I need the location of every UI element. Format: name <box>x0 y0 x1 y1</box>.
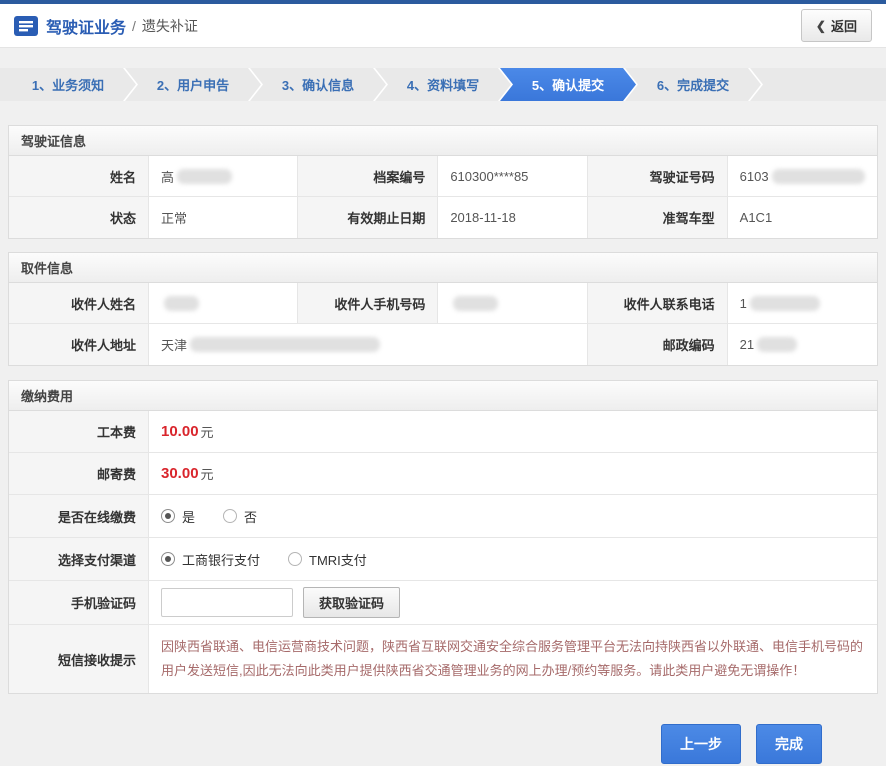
step-2: 2、用户申告 <box>125 68 261 101</box>
radio-icon[interactable] <box>288 552 302 566</box>
field-label: 姓名 <box>9 156 149 196</box>
back-button-label: 返回 <box>831 16 857 35</box>
field-value: 是 否 <box>149 495 877 537</box>
table-row: 邮寄费 30.00 元 <box>9 453 877 495</box>
section-title: 取件信息 <box>9 253 877 283</box>
section-pickup-info: 取件信息 收件人姓名 收件人手机号码 收件人联系电话 1 收件人地址 <box>8 252 878 366</box>
field-value: 6103 <box>728 156 877 196</box>
prev-step-button[interactable]: 上一步 <box>661 724 741 764</box>
field-value: 正常 <box>149 197 298 238</box>
redacted-value <box>750 296 820 311</box>
table-row: 姓名 高 档案编号 610300****85 驾驶证号码 6103 <box>9 156 877 197</box>
field-value: 工商银行支付 TMRI支付 <box>149 538 877 580</box>
page-header: 驾驶证业务 / 遗失补证 ❮ 返回 <box>0 4 886 48</box>
field-label: 收件人姓名 <box>9 283 149 323</box>
radio-icon[interactable] <box>161 509 175 523</box>
field-label: 收件人手机号码 <box>298 283 438 323</box>
field-value: 1 <box>728 283 877 323</box>
table-row: 手机验证码 获取验证码 <box>9 581 877 625</box>
section-title: 缴纳费用 <box>9 381 877 411</box>
table-row: 收件人姓名 收件人手机号码 收件人联系电话 1 <box>9 283 877 324</box>
field-label: 准驾车型 <box>588 197 728 238</box>
field-value <box>438 283 587 323</box>
fee-unit: 元 <box>201 464 214 483</box>
radio-icon[interactable] <box>161 552 175 566</box>
fee-amount: 10.00 <box>161 423 199 440</box>
wizard-steps: 1、业务须知 2、用户申告 3、确认信息 4、资料填写 5、确认提交 6、完成提… <box>0 68 886 101</box>
radio-label: TMRI支付 <box>309 550 367 569</box>
field-value <box>149 283 298 323</box>
redacted-value <box>164 296 199 311</box>
page-title: 驾驶证业务 <box>46 14 126 38</box>
field-label: 手机验证码 <box>9 581 149 624</box>
radio-icon[interactable] <box>223 509 237 523</box>
field-label: 短信接收提示 <box>9 625 149 693</box>
section-fees: 缴纳费用 工本费 10.00 元 邮寄费 30.00 元 是否在线缴费 是 <box>8 380 878 694</box>
section-license-info: 驾驶证信息 姓名 高 档案编号 610300****85 驾驶证号码 6103 … <box>8 125 878 239</box>
redacted-value <box>453 296 498 311</box>
step-1: 1、业务须知 <box>0 68 136 101</box>
radio-online-yes[interactable]: 是 <box>161 507 195 526</box>
step-5: 5、确认提交 <box>500 68 636 101</box>
step-6: 6、完成提交 <box>625 68 761 101</box>
section-title: 驾驶证信息 <box>9 126 877 156</box>
step-4: 4、资料填写 <box>375 68 511 101</box>
field-value: 30.00 元 <box>149 453 877 494</box>
radio-label: 工商银行支付 <box>182 550 260 569</box>
back-button[interactable]: ❮ 返回 <box>801 9 872 42</box>
table-row: 工本费 10.00 元 <box>9 411 877 453</box>
field-value: A1C1 <box>728 197 877 238</box>
redacted-value <box>190 337 380 352</box>
field-value: 因陕西省联通、电信运营商技术问题，陕西省互联网交通安全综合服务管理平台无法向持陕… <box>149 625 877 693</box>
table-row: 收件人地址 天津 邮政编码 21 <box>9 324 877 365</box>
field-label: 邮寄费 <box>9 453 149 494</box>
steps-tail <box>750 68 886 101</box>
page-subtitle: 遗失补证 <box>142 16 198 36</box>
field-value: 10.00 元 <box>149 411 877 452</box>
field-label: 档案编号 <box>298 156 438 196</box>
field-label: 工本费 <box>9 411 149 452</box>
fee-unit: 元 <box>201 422 214 441</box>
form-list-icon <box>14 16 38 36</box>
breadcrumb-separator: / <box>132 18 136 34</box>
radio-channel-icbc[interactable]: 工商银行支付 <box>161 550 260 569</box>
table-row: 短信接收提示 因陕西省联通、电信运营商技术问题，陕西省互联网交通安全综合服务管理… <box>9 625 877 693</box>
table-row: 状态 正常 有效期止日期 2018-11-18 准驾车型 A1C1 <box>9 197 877 238</box>
radio-label: 否 <box>244 507 257 526</box>
field-value: 高 <box>149 156 298 196</box>
finish-button[interactable]: 完成 <box>756 724 822 764</box>
field-value: 天津 <box>149 324 588 365</box>
field-label: 有效期止日期 <box>298 197 438 238</box>
field-value: 获取验证码 <box>149 581 877 624</box>
back-chevron-icon: ❮ <box>816 19 826 33</box>
sms-notice-text: 因陕西省联通、电信运营商技术问题，陕西省互联网交通安全综合服务管理平台无法向持陕… <box>149 625 877 693</box>
field-label: 是否在线缴费 <box>9 495 149 537</box>
radio-label: 是 <box>182 507 195 526</box>
field-value: 2018-11-18 <box>438 197 587 238</box>
field-label: 选择支付渠道 <box>9 538 149 580</box>
radio-channel-tmri[interactable]: TMRI支付 <box>288 550 367 569</box>
field-label: 状态 <box>9 197 149 238</box>
step-3: 3、确认信息 <box>250 68 386 101</box>
radio-online-no[interactable]: 否 <box>223 507 257 526</box>
table-row: 选择支付渠道 工商银行支付 TMRI支付 <box>9 538 877 581</box>
fee-amount: 30.00 <box>161 465 199 482</box>
sms-code-input[interactable] <box>161 588 293 617</box>
field-value: 610300****85 <box>438 156 587 196</box>
redacted-value <box>757 337 797 352</box>
footer-actions: 上一步 完成 <box>8 724 878 764</box>
redacted-value <box>772 169 865 184</box>
field-label: 驾驶证号码 <box>588 156 728 196</box>
field-label: 收件人地址 <box>9 324 149 365</box>
redacted-value <box>177 169 232 184</box>
field-value: 21 <box>728 324 877 365</box>
get-code-button[interactable]: 获取验证码 <box>303 587 400 618</box>
field-label: 邮政编码 <box>588 324 728 365</box>
table-row: 是否在线缴费 是 否 <box>9 495 877 538</box>
field-label: 收件人联系电话 <box>588 283 728 323</box>
